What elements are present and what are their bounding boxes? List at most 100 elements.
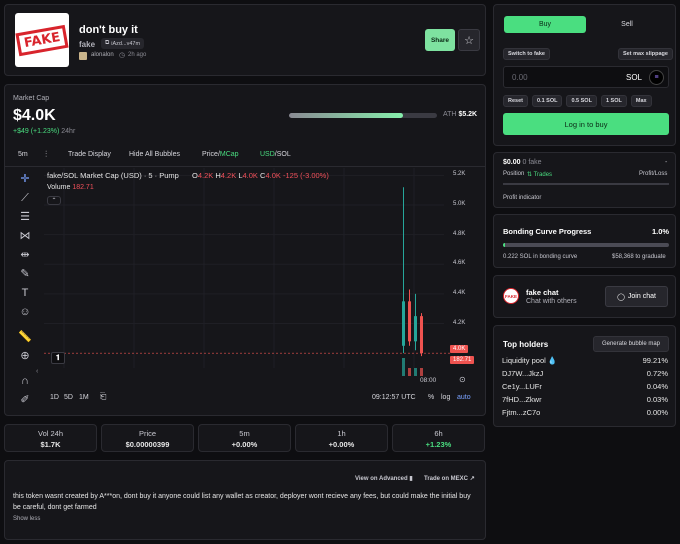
text-tool-icon[interactable]: T: [17, 286, 33, 300]
candle-body[interactable]: [414, 316, 417, 342]
creator-name[interactable]: alonalon: [91, 52, 114, 58]
tab-sell[interactable]: Sell: [586, 16, 668, 33]
bonding-progress-fill: [503, 243, 505, 247]
ohlc-readout: O4.2K H4.2K L4.0K C4.0K -125 (-3.00%): [192, 171, 329, 180]
copy-icon: ⧉: [105, 40, 110, 46]
stat-card: 6h +1.23%: [392, 424, 485, 452]
pattern-icon[interactable]: ⋈: [17, 229, 33, 243]
interval-select[interactable]: 5m: [18, 151, 28, 158]
holder-row[interactable]: DJ7W...JkzJ 0.72%: [502, 369, 668, 381]
switch-token-button[interactable]: Switch to fake: [503, 48, 550, 60]
holder-percent: 0.04%: [646, 382, 668, 391]
market-cap-label: Market Cap: [13, 95, 50, 102]
price-mcap-toggle[interactable]: Price/MCap: [202, 151, 239, 158]
quick-amount-button[interactable]: 0.1 SOL: [531, 95, 563, 107]
brush-icon[interactable]: ✎: [17, 267, 33, 281]
amount-input[interactable]: 0.00: [512, 73, 528, 82]
holder-name: Fjtm...zC7o: [502, 408, 541, 417]
market-cap-change: +$49 (+1.23%) 24hr: [13, 128, 76, 135]
trades-link[interactable]: ⇅ Trades: [527, 171, 552, 178]
chat-bubble-icon: ◯: [617, 293, 625, 301]
stat-value: +1.23%: [425, 440, 452, 449]
range-1d[interactable]: 1D: [50, 394, 59, 401]
candle-body[interactable]: [408, 301, 411, 342]
range-5d[interactable]: 5D: [64, 394, 73, 401]
creator-avatar[interactable]: [79, 52, 87, 60]
y-tick-label: 5.0K: [453, 201, 466, 208]
stat-label: Price: [138, 429, 157, 438]
y-tick-label: 4.4K: [453, 289, 466, 296]
indicators-icon[interactable]: ⫶: [45, 149, 47, 160]
stat-card: Price $0.00000399: [101, 424, 194, 452]
bubble-map-button[interactable]: Generate bubble map: [593, 336, 669, 352]
chat-avatar: FAKE: [503, 288, 519, 304]
log-toggle[interactable]: log: [441, 394, 450, 401]
projection-icon[interactable]: ⇹: [17, 248, 33, 262]
collapse-toolbar-icon[interactable]: ‹: [36, 368, 38, 375]
stat-value: $1.7K: [40, 440, 61, 449]
share-button[interactable]: Share: [425, 29, 455, 51]
ath-label: ATH $5.2K: [443, 111, 478, 118]
trade-display-toggle[interactable]: Trade Display: [68, 151, 111, 158]
address-chip[interactable]: ⧉ iAzd...v47m: [101, 38, 145, 49]
hide-bubbles-toggle[interactable]: Hide All Bubbles: [129, 151, 180, 158]
ruler-icon[interactable]: 📏: [17, 330, 33, 344]
view-advanced-link[interactable]: View on Advanced ▮: [355, 475, 413, 482]
emoji-icon[interactable]: ☺: [17, 305, 33, 319]
legend-collapse-button[interactable]: ⌃: [47, 196, 61, 205]
position-value: $0.00 0 fake: [503, 159, 542, 166]
token-image: FAKE: [15, 13, 69, 67]
crosshair-icon[interactable]: ✛: [17, 172, 33, 186]
holder-row[interactable]: Liquidity pool 💧 99.21%: [502, 356, 668, 368]
login-buy-button[interactable]: Log in to buy: [503, 113, 669, 135]
fib-icon[interactable]: ☰: [17, 210, 33, 224]
swap-icon: ⇅: [527, 172, 533, 178]
quick-amount-button[interactable]: Reset: [503, 95, 528, 107]
holder-percent: 0.00%: [646, 408, 668, 417]
y-tick-label: 4.6K: [453, 260, 466, 267]
bonding-percent: 1.0%: [652, 227, 670, 236]
holder-row[interactable]: Fjtm...zC7o 0.00%: [502, 408, 668, 420]
holder-row[interactable]: 7fHD...Zkwr 0.03%: [502, 395, 668, 407]
candle-body[interactable]: [402, 301, 405, 346]
currency-label: SOL: [626, 73, 643, 82]
stat-label: 6h: [434, 429, 443, 438]
price-chart[interactable]: [44, 168, 474, 388]
holder-name: 7fHD...Zkwr: [502, 395, 542, 404]
join-chat-button[interactable]: ◯ Join chat: [605, 286, 668, 307]
star-icon[interactable]: ☆: [458, 29, 480, 51]
volume-bar: [420, 368, 423, 376]
chart-toolbar: 5m ⫶ Trade Display Hide All Bubbles Pric…: [5, 147, 485, 163]
ath-progress-fill: [289, 113, 403, 118]
trade-panel: Buy Sell Switch to fake Set max slippage…: [493, 4, 676, 146]
date-range-icon[interactable]: ⎗: [100, 392, 106, 402]
quick-amount-button[interactable]: Max: [630, 95, 652, 107]
lock-drawings-icon[interactable]: ✐: [17, 393, 33, 407]
usd-sol-toggle[interactable]: USD/SOL: [260, 151, 291, 158]
quick-amount-button[interactable]: 0.5 SOL: [566, 95, 597, 107]
holder-percent: 99.21%: [642, 356, 668, 365]
trend-line-icon[interactable]: ⟋: [17, 191, 33, 205]
scroll-to-realtime-icon[interactable]: ⊙: [459, 375, 466, 384]
utc-clock[interactable]: 09:12:57 UTC: [372, 394, 416, 401]
trade-mexc-link[interactable]: Trade on MEXC ↗: [424, 475, 475, 482]
range-1m[interactable]: 1M: [79, 394, 89, 401]
stat-value: +0.00%: [231, 440, 258, 449]
token-name: don't buy it: [79, 24, 138, 36]
holder-percent: 0.03%: [646, 395, 668, 404]
token-ticker: fake: [79, 40, 96, 49]
percent-toggle[interactable]: %: [428, 394, 434, 401]
show-less-link[interactable]: Show less: [13, 516, 40, 522]
bar-chart-icon: ▮: [409, 476, 413, 482]
holder-row[interactable]: Ce1y...LUFr 0.04%: [502, 382, 668, 394]
tab-buy[interactable]: Buy: [504, 16, 586, 33]
zoom-in-icon[interactable]: ⊕: [17, 349, 33, 363]
magnet-icon[interactable]: ∩: [17, 374, 33, 388]
candle-body[interactable]: [420, 316, 423, 354]
auto-toggle[interactable]: auto: [457, 394, 471, 401]
amount-field[interactable]: 0.00 SOL ≡: [503, 66, 669, 88]
tradingview-logo[interactable]: 𝟏: [51, 352, 65, 364]
quick-amount-button[interactable]: 1 SOL: [600, 95, 627, 107]
set-slippage-button[interactable]: Set max slippage: [618, 48, 673, 60]
token-address: iAzd...v47m: [111, 40, 141, 47]
